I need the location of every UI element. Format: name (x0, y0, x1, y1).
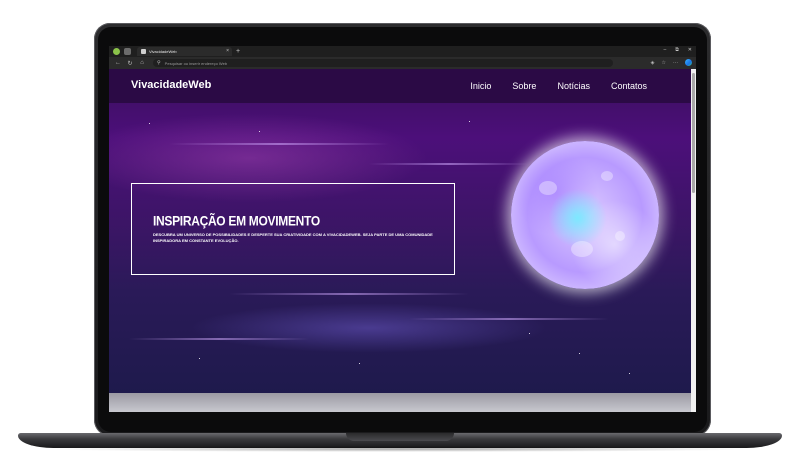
address-input[interactable]: ⚲ Pesquisar ou inserir endereço Web (153, 59, 613, 67)
laptop-hinge-notch (346, 433, 454, 441)
star (199, 358, 200, 359)
home-icon[interactable]: ⌂ (139, 60, 145, 66)
profile-icon[interactable] (113, 48, 120, 55)
moon-crater (539, 181, 557, 195)
tab-title: VivacidadeWeb (149, 49, 177, 54)
refresh-icon[interactable]: ↻ (127, 60, 133, 67)
back-icon[interactable]: ← (115, 60, 121, 66)
site-navbar: VivacidadeWeb Inicio Sobre Notícias Cont… (109, 69, 691, 103)
scrollbar-thumb[interactable] (692, 73, 695, 193)
site-menu: Inicio Sobre Notícias Contatos (470, 81, 647, 91)
menu-item-sobre[interactable]: Sobre (512, 81, 536, 91)
laptop-shadow (40, 446, 760, 452)
hero-text-box: INSPIRAÇÃO EM MOVIMENTO DESCUBRA UM UNIV… (131, 183, 455, 275)
tabs-icon[interactable] (124, 48, 131, 55)
hero-glow (189, 303, 549, 353)
window-controls: – ⧉ ✕ (663, 47, 692, 53)
light-streak (369, 163, 529, 165)
light-streak (129, 338, 309, 340)
moon-image (511, 141, 659, 289)
menu-item-noticias[interactable]: Notícias (557, 81, 590, 91)
moon-crater (571, 241, 593, 257)
menu-item-contatos[interactable]: Contatos (611, 81, 647, 91)
star (469, 121, 470, 122)
close-window-button[interactable]: ✕ (688, 47, 692, 53)
star (629, 373, 630, 374)
light-streak (169, 143, 389, 145)
site-brand[interactable]: VivacidadeWeb (131, 79, 211, 91)
browser-address-bar: ← ↻ ⌂ ⚲ Pesquisar ou inserir endereço We… (109, 57, 696, 69)
more-icon[interactable]: ··· (673, 60, 678, 66)
close-tab-icon[interactable]: × (226, 48, 229, 54)
laptop-screen: VivacidadeWeb × + – ⧉ ✕ ← ↻ ⌂ ⚲ Pesquisa… (109, 46, 696, 412)
search-icon: ⚲ (157, 60, 161, 66)
page-icon (141, 49, 146, 54)
new-tab-button[interactable]: + (236, 48, 240, 55)
menu-item-inicio[interactable]: Inicio (470, 81, 491, 91)
hero-section: INSPIRAÇÃO EM MOVIMENTO DESCUBRA UM UNIV… (109, 103, 691, 393)
minimize-button[interactable]: – (663, 47, 666, 53)
maximize-button[interactable]: ⧉ (675, 47, 679, 53)
star (259, 131, 260, 132)
browser-tab-bar: VivacidadeWeb × + – ⧉ ✕ (109, 46, 696, 57)
hero-title: INSPIRAÇÃO EM MOVIMENTO (153, 213, 320, 230)
address-placeholder: Pesquisar ou inserir endereço Web (164, 60, 228, 66)
page-scrollbar[interactable] (691, 69, 696, 412)
star (149, 123, 150, 124)
light-streak (229, 293, 469, 295)
star (529, 333, 530, 334)
light-streak (409, 318, 609, 320)
edge-copilot-icon[interactable] (685, 59, 692, 66)
favorites-icon[interactable]: ☆ (662, 60, 666, 66)
browser-toolbar-right: ◈ ☆ ··· (651, 59, 692, 66)
hero-subtitle: DESCUBRA UM UNIVERSO DE POSSIBILIDADES E… (153, 232, 433, 243)
star (359, 363, 360, 364)
moon-crater (615, 231, 625, 241)
page-viewport: VivacidadeWeb Inicio Sobre Notícias Cont… (109, 69, 691, 412)
page-footer-strip (109, 393, 691, 412)
moon-crater (601, 171, 613, 181)
star (579, 353, 580, 354)
browser-tab[interactable]: VivacidadeWeb × (137, 47, 232, 56)
shield-icon[interactable]: ◈ (651, 60, 655, 66)
